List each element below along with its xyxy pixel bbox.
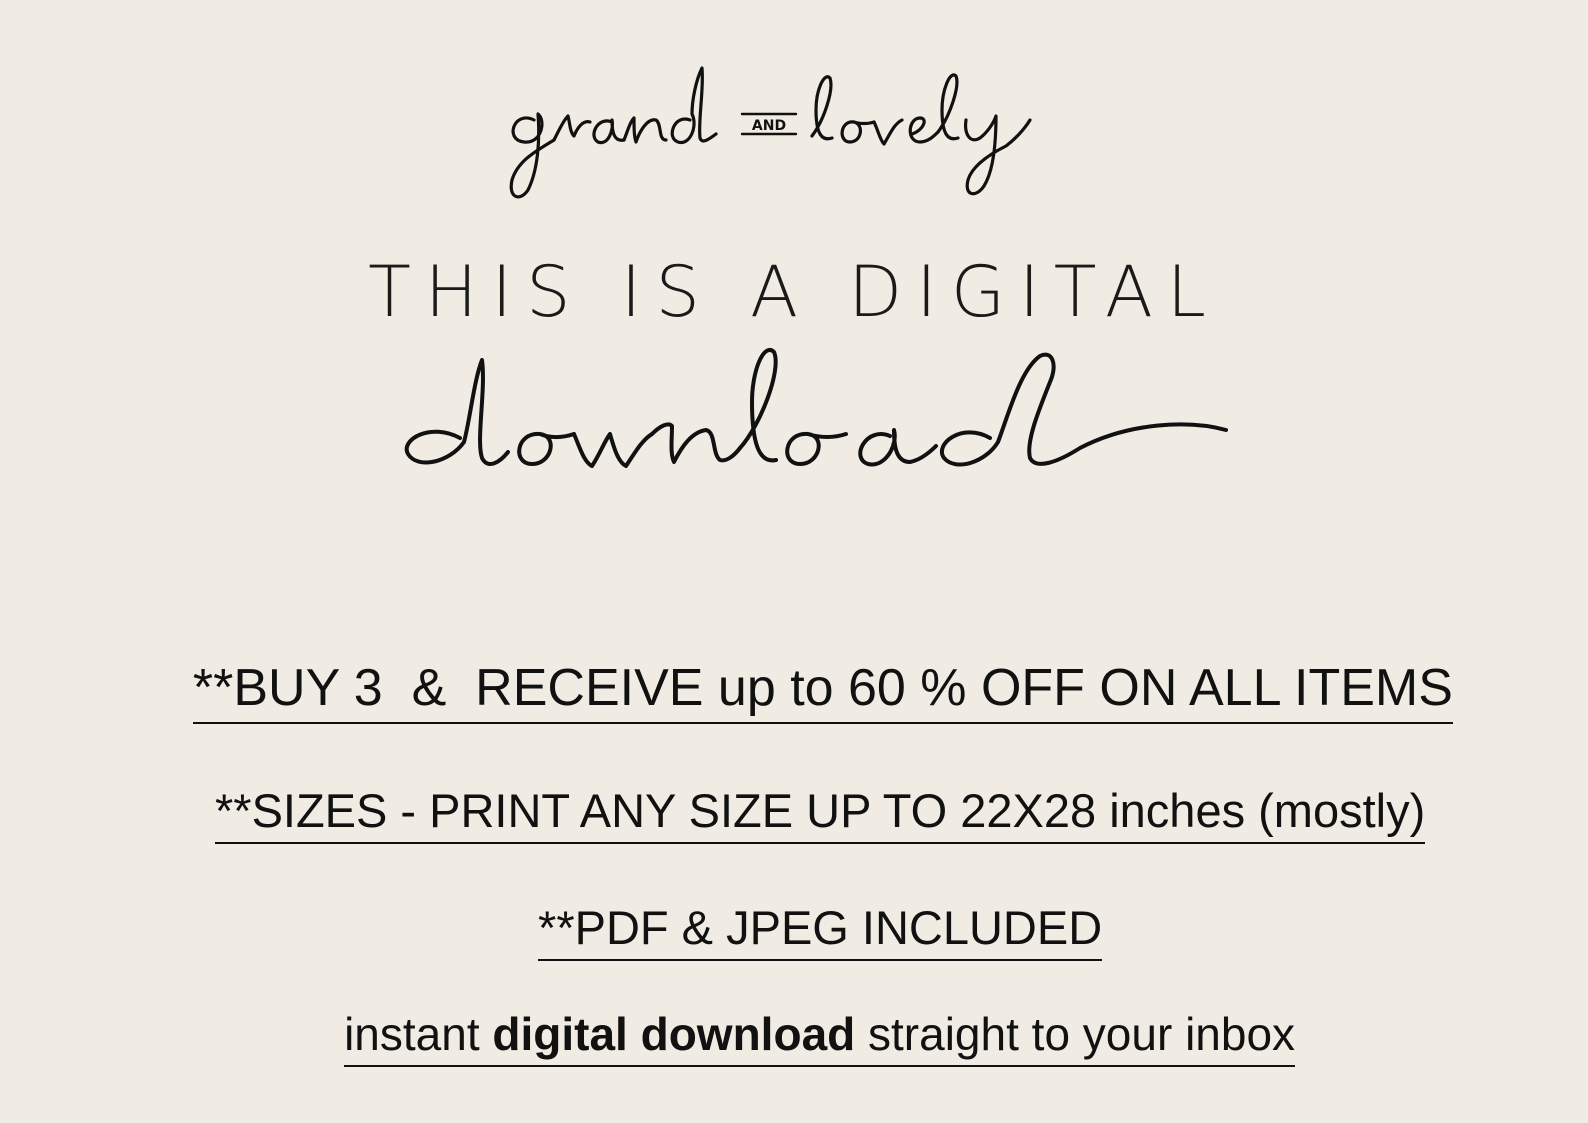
delivery-bold: digital download: [492, 1008, 856, 1060]
delivery-text: instant digital download straight to you…: [344, 1007, 1296, 1067]
download-script-word: [390, 330, 1250, 500]
page: AND THIS IS A DIGITAL **BUY 3 & RECEIVE …: [0, 0, 1588, 1123]
brand-logo: AND: [494, 50, 1074, 210]
delivery-suffix: straight to your inbox: [855, 1008, 1296, 1060]
delivery-line: instant digital download straight to you…: [0, 953, 1588, 1121]
svg-text:AND: AND: [752, 118, 786, 134]
formats-text: **PDF & JPEG INCLUDED: [538, 900, 1103, 961]
promo-text: **BUY 3 & RECEIVE up to 60 % OFF ON ALL …: [192, 658, 1453, 724]
headline-text: THIS IS A DIGITAL: [368, 251, 1220, 333]
delivery-prefix: instant: [344, 1008, 493, 1060]
sizes-text: **SIZES - PRINT ANY SIZE UP TO 22X28 inc…: [214, 783, 1426, 844]
